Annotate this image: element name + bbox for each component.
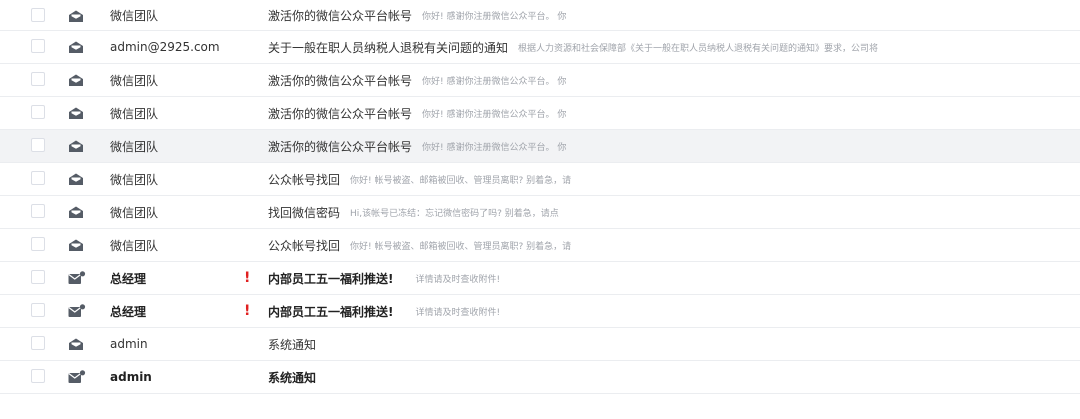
row-checkbox[interactable] bbox=[31, 8, 45, 22]
mail-preview: 你好! 帐号被盗、邮箱被回收、管理员离职? 别着急，请 bbox=[350, 241, 572, 252]
subject-line: 关于一般在职人员纳税人退税有关问题的通知 根据人力资源和社会保障部《关于一般在职人… bbox=[268, 31, 1070, 63]
row-checkbox[interactable] bbox=[31, 204, 45, 218]
envelope-open-icon bbox=[68, 171, 84, 185]
mail-row[interactable]: 微信团队 激活你的微信公众平台帐号 你好! 感谢你注册微信公众平台。 你 bbox=[0, 130, 1080, 163]
row-checkbox[interactable] bbox=[31, 105, 45, 119]
envelope-unread-icon bbox=[68, 369, 86, 383]
subject-line: 系统通知 bbox=[268, 361, 1070, 393]
row-checkbox[interactable] bbox=[31, 171, 45, 185]
subject-line: 激活你的微信公众平台帐号 你好! 感谢你注册微信公众平台。 你 bbox=[268, 130, 1070, 162]
envelope-open-icon bbox=[68, 204, 84, 218]
mail-row[interactable]: admin 系统通知 bbox=[0, 328, 1080, 361]
row-checkbox[interactable] bbox=[31, 39, 45, 53]
mail-row[interactable]: 总经理! 内部员工五一福利推送! 详情请及时查收附件! bbox=[0, 295, 1080, 328]
envelope-open-icon bbox=[68, 237, 84, 251]
mail-row[interactable]: admin@2925.com 关于一般在职人员纳税人退税有关问题的通知 根据人力资源… bbox=[0, 31, 1080, 64]
mail-preview: 你好! 帐号被盗、邮箱被回收、管理员离职? 别着急，请 bbox=[350, 175, 572, 186]
row-checkbox[interactable] bbox=[31, 369, 45, 383]
mail-preview: 你好! 感谢你注册微信公众平台。 你 bbox=[422, 142, 567, 153]
envelope-open-icon bbox=[68, 138, 84, 152]
important-flag-icon: ! bbox=[244, 270, 251, 286]
subject-line: 内部员工五一福利推送! 详情请及时查收附件! bbox=[268, 295, 1070, 327]
sender-name: admin@2925.com bbox=[110, 40, 220, 54]
mail-row[interactable]: 总经理! 内部员工五一福利推送! 详情请及时查收附件! bbox=[0, 262, 1080, 295]
mail-subject: 内部员工五一福利推送! bbox=[268, 271, 394, 286]
sender-name: 总经理 bbox=[110, 304, 147, 319]
sender-name: 总经理 bbox=[110, 271, 147, 286]
mail-preview: 根据人力资源和社会保障部《关于一般在职人员纳税人退税有关问题的通知》要求，公司将 bbox=[518, 43, 879, 54]
mail-preview: Hi,该帐号已冻结：忘记微信密码了吗? 别着急，请点 bbox=[350, 208, 559, 219]
mail-list: 微信团队 激活你的微信公众平台帐号 你好! 感谢你注册微信公众平台。 你 admin@… bbox=[0, 0, 1080, 394]
sender-name: 微信团队 bbox=[110, 73, 159, 88]
mail-row[interactable]: 微信团队 激活你的微信公众平台帐号 你好! 感谢你注册微信公众平台。 你 bbox=[0, 0, 1080, 31]
envelope-open-icon bbox=[68, 8, 84, 22]
sender-name: admin bbox=[110, 337, 148, 351]
subject-line: 激活你的微信公众平台帐号 你好! 感谢你注册微信公众平台。 你 bbox=[268, 97, 1070, 129]
sender-name: 微信团队 bbox=[110, 238, 159, 253]
important-flag-icon: ! bbox=[244, 303, 251, 319]
mail-subject: 内部员工五一福利推送! bbox=[268, 304, 394, 319]
subject-line: 激活你的微信公众平台帐号 你好! 感谢你注册微信公众平台。 你 bbox=[268, 64, 1070, 96]
mail-subject: 激活你的微信公众平台帐号 bbox=[268, 139, 413, 154]
envelope-open-icon bbox=[68, 39, 84, 53]
row-checkbox[interactable] bbox=[31, 237, 45, 251]
mail-subject: 激活你的微信公众平台帐号 bbox=[268, 8, 413, 23]
subject-line: 激活你的微信公众平台帐号 你好! 感谢你注册微信公众平台。 你 bbox=[268, 0, 1070, 30]
row-checkbox[interactable] bbox=[31, 303, 45, 317]
subject-line: 系统通知 bbox=[268, 328, 1070, 360]
sender-name: 微信团队 bbox=[110, 172, 159, 187]
row-checkbox[interactable] bbox=[31, 336, 45, 350]
subject-line: 公众帐号找回 你好! 帐号被盗、邮箱被回收、管理员离职? 别着急，请 bbox=[268, 229, 1070, 261]
envelope-open-icon bbox=[68, 336, 84, 350]
sender-name: 微信团队 bbox=[110, 139, 159, 154]
envelope-open-icon bbox=[68, 105, 84, 119]
sender-name: admin bbox=[110, 370, 152, 384]
mail-row[interactable]: 微信团队 公众帐号找回 你好! 帐号被盗、邮箱被回收、管理员离职? 别着急，请 bbox=[0, 229, 1080, 262]
mail-row[interactable]: 微信团队 找回微信密码 Hi,该帐号已冻结：忘记微信密码了吗? 别着急，请点 bbox=[0, 196, 1080, 229]
row-checkbox[interactable] bbox=[31, 72, 45, 86]
mail-preview: 详情请及时查收附件! bbox=[415, 307, 501, 318]
mail-preview: 详情请及时查收附件! bbox=[415, 274, 501, 285]
mail-subject: 找回微信密码 bbox=[268, 205, 341, 220]
mail-row[interactable]: admin 系统通知 bbox=[0, 361, 1080, 394]
mail-preview: 你好! 感谢你注册微信公众平台。 你 bbox=[422, 109, 567, 120]
mail-subject: 关于一般在职人员纳税人退税有关问题的通知 bbox=[268, 40, 509, 55]
sender-name: 微信团队 bbox=[110, 205, 159, 220]
mail-row[interactable]: 微信团队 激活你的微信公众平台帐号 你好! 感谢你注册微信公众平台。 你 bbox=[0, 97, 1080, 130]
mail-row[interactable]: 微信团队 公众帐号找回 你好! 帐号被盗、邮箱被回收、管理员离职? 别着急，请 bbox=[0, 163, 1080, 196]
mail-subject: 激活你的微信公众平台帐号 bbox=[268, 106, 413, 121]
subject-line: 公众帐号找回 你好! 帐号被盗、邮箱被回收、管理员离职? 别着急，请 bbox=[268, 163, 1070, 195]
mail-subject: 激活你的微信公众平台帐号 bbox=[268, 73, 413, 88]
envelope-unread-icon bbox=[68, 303, 86, 317]
mail-preview: 你好! 感谢你注册微信公众平台。 你 bbox=[422, 76, 567, 87]
mail-subject: 系统通知 bbox=[268, 370, 317, 385]
envelope-open-icon bbox=[68, 72, 84, 86]
mail-preview: 你好! 感谢你注册微信公众平台。 你 bbox=[422, 11, 567, 22]
mail-subject: 公众帐号找回 bbox=[268, 238, 341, 253]
row-checkbox[interactable] bbox=[31, 270, 45, 284]
subject-line: 找回微信密码 Hi,该帐号已冻结：忘记微信密码了吗? 别着急，请点 bbox=[268, 196, 1070, 228]
sender-name: 微信团队 bbox=[110, 106, 159, 121]
envelope-unread-icon bbox=[68, 270, 86, 284]
subject-line: 内部员工五一福利推送! 详情请及时查收附件! bbox=[268, 262, 1070, 294]
mail-subject: 公众帐号找回 bbox=[268, 172, 341, 187]
sender-name: 微信团队 bbox=[110, 8, 159, 23]
mail-subject: 系统通知 bbox=[268, 337, 317, 352]
mail-row[interactable]: 微信团队 激活你的微信公众平台帐号 你好! 感谢你注册微信公众平台。 你 bbox=[0, 64, 1080, 97]
row-checkbox[interactable] bbox=[31, 138, 45, 152]
